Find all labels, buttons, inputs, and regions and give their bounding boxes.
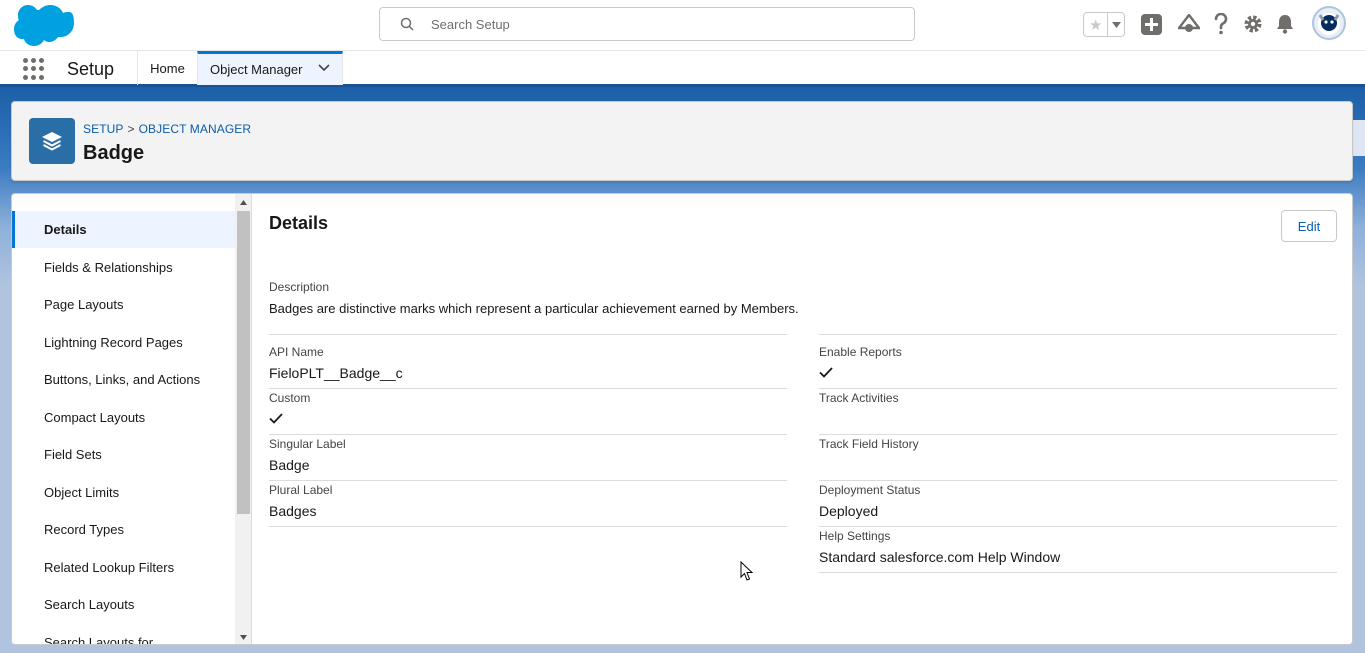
- search-box[interactable]: [379, 7, 915, 41]
- field-value: Badge: [269, 457, 310, 473]
- edit-button[interactable]: Edit: [1281, 210, 1337, 242]
- sidebar-nav: Details Fields & Relationships Page Layo…: [12, 194, 252, 644]
- astro-avatar-icon: [1318, 13, 1340, 35]
- field-value: Badges are distinctive marks which repre…: [269, 301, 799, 316]
- sidebar-item-details[interactable]: Details: [12, 211, 235, 248]
- user-avatar[interactable]: [1312, 6, 1346, 40]
- field-label: Singular Label: [269, 437, 346, 451]
- breadcrumb-setup[interactable]: SETUP: [83, 122, 124, 136]
- field-label: Custom: [269, 391, 311, 405]
- field-label: Track Activities: [819, 391, 899, 405]
- field-singular-label: Singular Label Badge: [269, 435, 787, 481]
- sidebar-item-object-limits[interactable]: Object Limits: [12, 474, 235, 511]
- app-launcher-icon[interactable]: [23, 58, 45, 80]
- sidebar-item-record-types[interactable]: Record Types: [12, 511, 235, 548]
- sidebar-item-fields-relationships[interactable]: Fields & Relationships: [12, 249, 235, 286]
- sidebar-scrollbar[interactable]: [235, 194, 251, 644]
- divider: [819, 334, 1337, 335]
- search-input[interactable]: [431, 16, 891, 32]
- field-track-field-history: Track Field History: [819, 435, 1337, 481]
- help-icon[interactable]: [1210, 13, 1232, 35]
- field-value: Deployed: [819, 503, 879, 519]
- page-title: Badge: [83, 142, 145, 164]
- field-track-activities: Track Activities: [819, 389, 1337, 435]
- field-label: Track Field History: [819, 437, 919, 451]
- field-value: FieloPLT__Badge__c: [269, 365, 403, 381]
- favorites-group: ★: [1083, 12, 1125, 37]
- field-label: API Name: [269, 345, 324, 359]
- field-label: Help Settings: [819, 529, 891, 543]
- sidebar-item-search-layouts[interactable]: Search Layouts: [12, 586, 235, 623]
- field-label: Plural Label: [269, 483, 333, 497]
- scroll-up-arrow-icon[interactable]: [235, 194, 251, 211]
- field-custom: Custom: [269, 389, 787, 435]
- tab-object-manager[interactable]: Object Manager: [197, 51, 343, 85]
- field-enable-reports: Enable Reports: [819, 343, 1337, 389]
- global-actions-icon[interactable]: [1140, 13, 1162, 35]
- breadcrumb-object-manager[interactable]: OBJECT MANAGER: [139, 122, 252, 136]
- object-layers-icon: [29, 118, 75, 164]
- sidebar-item-related-lookup-filters[interactable]: Related Lookup Filters: [12, 549, 235, 586]
- salesforce-logo[interactable]: [14, 4, 74, 46]
- gear-icon[interactable]: [1242, 13, 1264, 35]
- trailhead-icon[interactable]: [1178, 13, 1200, 35]
- scroll-down-arrow-icon[interactable]: [235, 629, 251, 644]
- breadcrumb: SETUP > OBJECT MANAGER: [83, 122, 251, 136]
- sidebar-item-lightning-record-pages[interactable]: Lightning Record Pages: [12, 324, 235, 361]
- app-name: Setup: [67, 59, 115, 79]
- field-label: Deployment Status: [819, 483, 921, 497]
- search-icon: [400, 17, 414, 31]
- field-label: Enable Reports: [819, 345, 902, 359]
- field-plural-label: Plural Label Badges: [269, 481, 787, 527]
- app-navigation: Setup Home Object Manager: [0, 50, 1365, 87]
- sidebar-item-field-sets[interactable]: Field Sets: [12, 436, 235, 473]
- checkmark-icon: [819, 367, 833, 378]
- main-card: Details Fields & Relationships Page Layo…: [11, 193, 1353, 645]
- field-value: Standard salesforce.com Help Window: [819, 549, 1061, 565]
- object-header: SETUP > OBJECT MANAGER Badge: [11, 101, 1353, 181]
- sidebar-item-search-layouts-for[interactable]: Search Layouts for: [12, 624, 235, 644]
- favorites-star-icon[interactable]: ★: [1084, 13, 1107, 36]
- sidebar-item-buttons-links-actions[interactable]: Buttons, Links, and Actions: [12, 361, 235, 398]
- field-deployment-status: Deployment Status Deployed: [819, 481, 1337, 527]
- breadcrumb-separator: >: [127, 122, 135, 136]
- field-api-name: API Name FieloPLT__Badge__c: [269, 343, 787, 389]
- divider: [269, 334, 787, 335]
- description-field: Description Badges are distinctive marks…: [269, 280, 1337, 316]
- tab-object-manager-label: Object Manager: [210, 62, 303, 77]
- scroll-thumb[interactable]: [237, 211, 250, 514]
- details-panel: Details Edit Description Badges are dist…: [253, 194, 1352, 644]
- global-header: ★: [0, 0, 1365, 50]
- mouse-cursor-icon: [740, 561, 754, 581]
- sidebar-item-compact-layouts[interactable]: Compact Layouts: [12, 399, 235, 436]
- sidebar-item-page-layouts[interactable]: Page Layouts: [12, 286, 235, 323]
- chevron-down-icon[interactable]: [318, 64, 330, 72]
- details-title: Details: [269, 213, 329, 233]
- field-label: Description: [269, 280, 330, 294]
- checkmark-icon: [269, 413, 283, 424]
- notifications-bell-icon[interactable]: [1274, 13, 1296, 35]
- favorites-dropdown-icon[interactable]: [1107, 13, 1124, 36]
- tab-home[interactable]: Home: [137, 51, 197, 85]
- field-help-settings: Help Settings Standard salesforce.com He…: [819, 527, 1337, 573]
- field-value: Badges: [269, 503, 317, 519]
